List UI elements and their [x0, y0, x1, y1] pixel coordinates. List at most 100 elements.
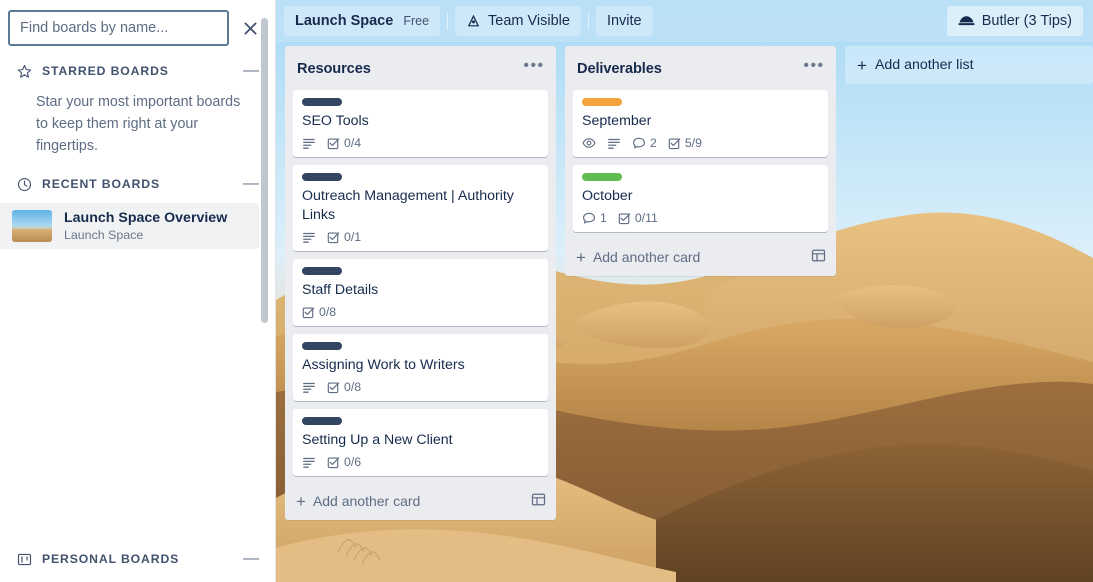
trello-board-app: Launch Space Free Team Visible Invite Bu… [0, 0, 1093, 582]
checklist-badge: 0/8 [327, 380, 361, 394]
add-another-card-button[interactable]: + Add another card [285, 484, 556, 518]
card-title: Outreach Management | Authority Links [302, 188, 514, 223]
checklist-count: 0/1 [344, 230, 362, 244]
sidebar-bottom: PERSONAL BOARDS — [0, 542, 275, 582]
comment-badge: 2 [632, 136, 657, 150]
search-row [0, 0, 275, 54]
checklist-badge: 0/4 [327, 136, 361, 150]
card-title: Assigning Work to Writers [302, 357, 465, 373]
card-label-swatch[interactable] [302, 342, 342, 350]
card-label-swatch[interactable] [302, 267, 342, 275]
card-assigning-work-to-writers[interactable]: Assigning Work to Writers 0/8 [293, 334, 548, 401]
butler-button[interactable]: Butler (3 Tips) [946, 6, 1083, 36]
description-icon [302, 230, 316, 244]
card-title: SEO Tools [302, 113, 369, 129]
star-icon [17, 64, 32, 79]
description-icon [302, 380, 316, 394]
people-icon [466, 14, 481, 29]
card-title: Setting Up a New Client [302, 432, 453, 448]
card-setting-up-a-new-client[interactable]: Setting Up a New Client 0/6 [293, 409, 548, 476]
card-label-swatch[interactable] [302, 417, 342, 425]
watch-eye-icon [582, 136, 596, 150]
list-resources: Resources ••• SEO Tools 0/4 Outreach Man… [285, 46, 556, 520]
board-thumbnail [12, 210, 52, 242]
board-visibility-label: Team Visible [488, 13, 570, 29]
board-visibility-button[interactable]: Team Visible [455, 6, 581, 36]
sidebar-section-title: RECENT BOARDS [42, 177, 161, 191]
checklist-badge: 0/8 [302, 305, 336, 319]
list-cards: September 2 5/9 October 1 0/11 [565, 90, 836, 240]
checklist-badge: 0/11 [618, 211, 658, 225]
sidebar-section-starred: STARRED BOARDS — [0, 54, 275, 88]
card-label-swatch[interactable] [302, 173, 342, 181]
card-template-icon[interactable] [811, 248, 826, 266]
card-seo-tools[interactable]: SEO Tools 0/4 [293, 90, 548, 157]
add-another-card-button[interactable]: + Add another card [565, 240, 836, 274]
card-label-swatch[interactable] [582, 173, 622, 181]
board-name-button[interactable]: Launch Space Free [284, 6, 441, 36]
list-title[interactable]: Deliverables [577, 61, 801, 77]
starred-empty-text: Star your most important boards to keep … [36, 94, 241, 154]
description-icon [302, 136, 316, 150]
list-menu-icon[interactable]: ••• [521, 57, 547, 80]
invite-button[interactable]: Invite [595, 6, 653, 36]
checklist-badge: 0/1 [327, 230, 361, 244]
card-title: October [582, 188, 633, 204]
sidebar-board-launch-space-overview[interactable]: Launch Space Overview Launch Space [0, 203, 259, 249]
card-october[interactable]: October 1 0/11 [573, 165, 828, 232]
comment-count: 1 [600, 211, 607, 225]
card-september[interactable]: September 2 5/9 [573, 90, 828, 157]
card-staff-details[interactable]: Staff Details 0/8 [293, 259, 548, 326]
board-team-label: Launch Space [64, 228, 144, 242]
checklist-badge: 0/6 [327, 455, 361, 469]
boards-sidebar: STARRED BOARDS — Star your most importan… [0, 0, 276, 582]
card-badges: 0/4 [302, 136, 540, 151]
list-deliverables: Deliverables ••• September 2 5/9 October… [565, 46, 836, 276]
add-another-list-button[interactable]: + Add another list [845, 46, 1093, 84]
add-list-label: Add another list [874, 57, 974, 73]
board-lists-container: Resources ••• SEO Tools 0/4 Outreach Man… [276, 42, 1093, 582]
butler-label: Butler (3 Tips) [981, 13, 1072, 29]
plus-icon: + [296, 491, 306, 511]
comment-count: 2 [650, 136, 657, 150]
board-top-bar: Launch Space Free Team Visible Invite Bu… [276, 0, 1093, 42]
add-card-label: Add another card [312, 493, 421, 509]
collapse-icon[interactable]: — [241, 63, 261, 79]
card-title: Staff Details [302, 282, 379, 298]
card-label-swatch[interactable] [582, 98, 622, 106]
sidebar-section-title: PERSONAL BOARDS [42, 552, 180, 566]
description-icon [302, 455, 316, 469]
butler-hat-icon [958, 14, 975, 28]
card-badges: 0/6 [302, 455, 540, 470]
invite-label: Invite [606, 13, 642, 29]
card-badges: 0/8 [302, 380, 540, 395]
sidebar-section-title: STARRED BOARDS [42, 64, 169, 78]
sidebar-scrollbar-thumb[interactable] [261, 18, 268, 323]
checklist-count: 0/6 [344, 455, 362, 469]
topbar-divider-1 [447, 12, 449, 30]
clock-icon [17, 177, 32, 192]
sidebar-section-recent: RECENT BOARDS — [0, 167, 275, 201]
card-outreach-management[interactable]: Outreach Management | Authority Links 0/… [293, 165, 548, 251]
board-meta: Launch Space Overview Launch Space [64, 209, 247, 243]
list-menu-icon[interactable]: ••• [801, 57, 827, 80]
collapse-icon[interactable]: — [241, 176, 261, 192]
card-badges: 2 5/9 [582, 136, 820, 151]
list-cards: SEO Tools 0/4 Outreach Management | Auth… [285, 90, 556, 484]
topbar-divider-2 [587, 12, 589, 30]
plan-badge: Free [403, 14, 430, 28]
collapse-icon[interactable]: — [241, 551, 261, 567]
board-name-label: Launch Space [295, 13, 394, 29]
list-title[interactable]: Resources [297, 61, 521, 77]
card-label-swatch[interactable] [302, 98, 342, 106]
add-card-label: Add another card [592, 249, 701, 265]
checklist-count: 0/8 [344, 380, 362, 394]
card-badges: 0/8 [302, 305, 540, 320]
card-badges: 1 0/11 [582, 211, 820, 226]
search-input[interactable] [8, 10, 229, 46]
checklist-count: 0/4 [344, 136, 362, 150]
plus-icon: + [576, 247, 586, 267]
list-header: Deliverables ••• [565, 46, 836, 90]
comment-badge: 1 [582, 211, 607, 225]
card-template-icon[interactable] [531, 492, 546, 510]
